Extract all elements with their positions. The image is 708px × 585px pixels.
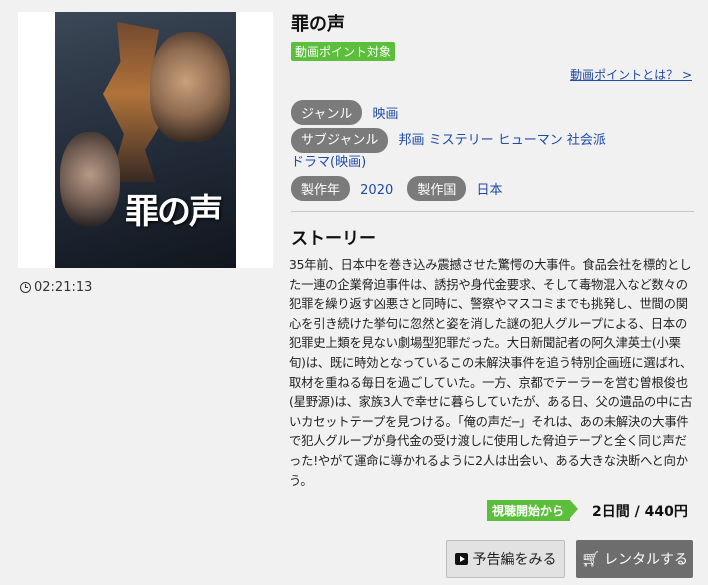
genre-link[interactable]: 映画	[373, 107, 399, 122]
genre-tag: ジャンル	[291, 100, 363, 125]
cart-icon: 🛒︎	[580, 550, 601, 568]
duration: 02:21:13	[20, 280, 92, 295]
duration-value: 02:21:13	[34, 280, 93, 295]
country-link[interactable]: 日本	[477, 183, 503, 198]
movie-poster[interactable]: 罪の声	[18, 12, 273, 268]
page-title: 罪の声	[291, 14, 345, 35]
year-tag: 製作年	[291, 176, 351, 201]
viewing-period-badge: 視聴開始から	[487, 500, 579, 521]
trailer-button[interactable]: 予告編をみる	[446, 540, 565, 578]
rent-button[interactable]: 🛒︎ レンタルする	[576, 540, 693, 578]
rental-price: 視聴開始から 2日間 / 440円	[487, 500, 688, 521]
play-icon	[454, 553, 468, 565]
subgenre-tag: サブジャンル	[291, 128, 389, 153]
story-heading: ストーリー	[291, 229, 376, 249]
production-row: 製作年 2020 製作国 日本	[291, 176, 503, 201]
price-text: 2日間 / 440円	[592, 503, 688, 520]
poster-image[interactable]: 罪の声	[55, 12, 236, 268]
story-text: 35年前、日本中を巻き込み震撼させた驚愕の大事件。食品会社を標的とした一連の企業…	[289, 258, 693, 488]
rent-button-label: レンタルする	[604, 552, 689, 568]
subgenre-row: サブジャンル 邦画 ミステリー ヒューマン 社会派ドラマ(映画)	[291, 128, 611, 172]
trailer-button-label: 予告編をみる	[472, 552, 557, 568]
genre-row: ジャンル 映画	[291, 100, 399, 125]
point-eligible-badge: 動画ポイント対象	[291, 42, 396, 61]
year-link[interactable]: 2020	[360, 183, 393, 198]
country-tag: 製作国	[407, 176, 467, 201]
divider	[291, 211, 694, 212]
point-info-link[interactable]: 動画ポイントとは？ >	[570, 66, 692, 83]
poster-title-text: 罪の声	[125, 192, 223, 232]
clock-icon	[20, 282, 31, 293]
